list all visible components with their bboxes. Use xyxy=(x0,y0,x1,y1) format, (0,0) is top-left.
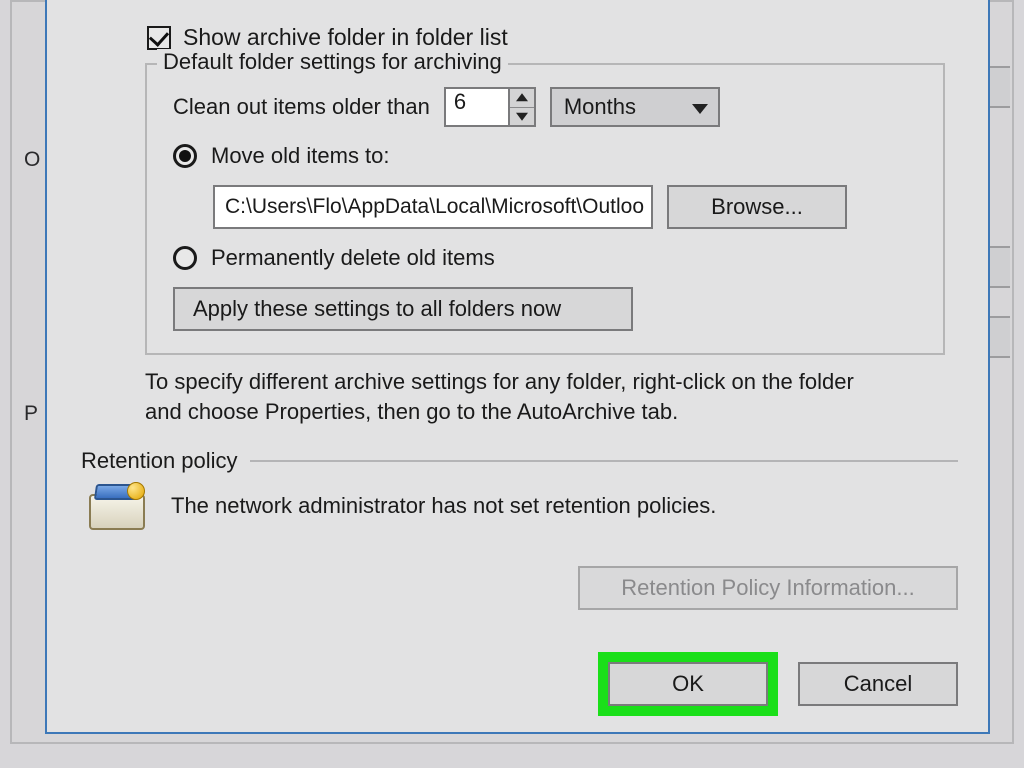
browse-button[interactable]: Browse... xyxy=(667,185,847,229)
cleanout-spin-up[interactable] xyxy=(510,89,534,108)
move-path-row: C:\Users\Flo\AppData\Local\Microsoft\Out… xyxy=(213,185,917,229)
chevron-down-icon xyxy=(692,104,708,114)
apply-all-folders-button[interactable]: Apply these settings to all folders now xyxy=(173,287,633,331)
move-radio-row: Move old items to: xyxy=(173,143,917,169)
cleanout-spin-down[interactable] xyxy=(510,108,534,126)
parent-section-label-1: O xyxy=(24,148,40,172)
parent-section-label-2: P xyxy=(24,402,38,426)
autoarchive-dialog: Show archive folder in folder list Defau… xyxy=(45,0,990,734)
parent-hidden-button-1[interactable] xyxy=(990,66,1010,108)
cleanout-unit-value: Months xyxy=(564,94,636,120)
cancel-button[interactable]: Cancel xyxy=(798,662,958,706)
default-folder-settings-group: Default folder settings for archiving Cl… xyxy=(145,63,945,355)
ok-button[interactable]: OK xyxy=(608,662,768,706)
show-archive-folder-row: Show archive folder in folder list xyxy=(147,24,958,51)
cleanout-row: Clean out items older than 6 Months xyxy=(173,87,917,127)
parent-hidden-button-3[interactable] xyxy=(990,316,1010,358)
retention-policy-info-button: Retention Policy Information... xyxy=(578,566,958,610)
cleanout-spinner xyxy=(508,87,536,127)
retention-section-header: Retention policy xyxy=(81,448,958,474)
move-old-items-radio[interactable] xyxy=(173,144,197,168)
cleanout-unit-select[interactable]: Months xyxy=(550,87,720,127)
retention-section-title: Retention policy xyxy=(81,448,238,474)
permanently-delete-label: Permanently delete old items xyxy=(211,245,495,271)
delete-radio-row: Permanently delete old items xyxy=(173,245,917,271)
show-archive-folder-checkbox[interactable] xyxy=(147,26,171,50)
move-path-input[interactable]: C:\Users\Flo\AppData\Local\Microsoft\Out… xyxy=(213,185,653,229)
apply-all-row: Apply these settings to all folders now xyxy=(173,287,917,331)
archive-help-text: To specify different archive settings fo… xyxy=(145,367,865,426)
cleanout-label: Clean out items older than xyxy=(173,94,430,120)
parent-hidden-button-2[interactable] xyxy=(990,246,1010,288)
default-folder-settings-legend: Default folder settings for archiving xyxy=(157,49,508,75)
show-archive-folder-label: Show archive folder in folder list xyxy=(183,24,508,51)
dialog-footer: OK Cancel xyxy=(77,662,958,706)
cleanout-number-stepper: 6 xyxy=(444,87,536,127)
retention-policy-icon xyxy=(89,482,149,530)
retention-section-rule xyxy=(250,460,958,462)
retention-message: The network administrator has not set re… xyxy=(171,493,716,519)
retention-info-row: Retention Policy Information... xyxy=(77,566,958,610)
retention-message-row: The network administrator has not set re… xyxy=(89,482,958,530)
move-old-items-label: Move old items to: xyxy=(211,143,390,169)
permanently-delete-radio[interactable] xyxy=(173,246,197,270)
cleanout-number-input[interactable]: 6 xyxy=(444,87,508,127)
